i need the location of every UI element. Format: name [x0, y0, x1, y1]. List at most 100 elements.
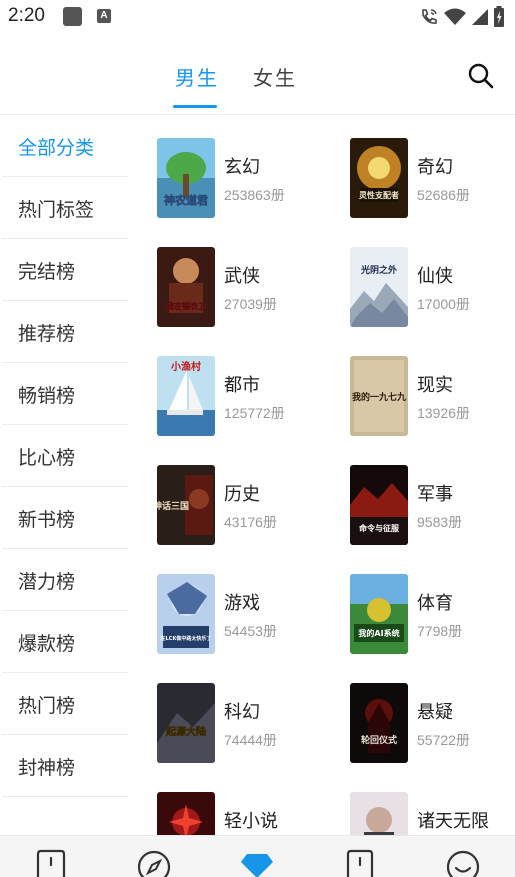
category-name: 现实: [417, 375, 453, 396]
book-cover: 轮回仪式: [350, 683, 408, 763]
category-card-qingxiaoshuo[interactable]: 轻小说: [157, 792, 337, 835]
category-name: 武侠: [224, 266, 260, 287]
cover-title: 我在锦衣卫: [166, 301, 206, 311]
sidebar-item-recommended[interactable]: 推荐榜: [2, 301, 128, 363]
book-cover: 神话三国: [157, 465, 215, 545]
cover-title: 起源大陆: [165, 725, 206, 738]
book-cover: 起源大陆: [157, 683, 215, 763]
square-icon: [63, 7, 82, 26]
category-card-tiyu[interactable]: 我的AI系统 体育 7798册: [350, 574, 515, 664]
a-badge-icon: A: [97, 9, 111, 23]
cover-title: 命令与征服: [358, 523, 400, 533]
status-icons: [419, 6, 505, 28]
sidebar-item-all[interactable]: 全部分类: [2, 115, 128, 177]
category-name: 悬疑: [417, 702, 453, 723]
category-count: 27039册: [224, 296, 277, 312]
sidebar-item-potential[interactable]: 潜力榜: [2, 549, 128, 611]
category-card-xuanyi[interactable]: 轮回仪式 悬疑 55722册: [350, 683, 515, 773]
wifi-call-icon: [422, 9, 437, 24]
cover-title: 神话三国: [157, 500, 189, 512]
book-cover: 小渔村: [157, 356, 215, 436]
cover-title: 灵性支配者: [358, 190, 399, 200]
category-name: 轻小说: [224, 811, 278, 832]
category-count: 253863册: [224, 187, 285, 203]
cover-title: 我的AI系统: [358, 628, 399, 638]
sidebar-item-label: 封神榜: [18, 757, 76, 779]
sidebar-item-hot-tags[interactable]: 热门标签: [2, 177, 128, 239]
sidebar-item-label: 畅销榜: [18, 385, 76, 407]
category-count: 9583册: [417, 514, 463, 530]
cover-title: 我的一九七九: [352, 391, 406, 403]
sidebar-item-new-books[interactable]: 新书榜: [2, 487, 128, 549]
sidebar-item-viral[interactable]: 爆款榜: [2, 611, 128, 673]
tab-female[interactable]: 女生: [253, 62, 297, 91]
bookshelf-icon[interactable]: [34, 848, 68, 877]
book-cover: 命令与征服: [350, 465, 408, 545]
cover-title: 小渔村: [170, 360, 201, 373]
sidebar-item-label: 比心榜: [18, 447, 76, 469]
active-tab-indicator: [173, 105, 217, 108]
sidebar-item-bestselling[interactable]: 畅销榜: [2, 363, 128, 425]
cover-title: 在LCK做中路太快乐了: [161, 635, 212, 642]
category-card-xianxia[interactable]: 光阴之外 仙侠 17000册: [350, 247, 515, 337]
category-card-wuxia[interactable]: 我在锦衣卫 武侠 27039册: [157, 247, 337, 337]
status-bar: 2:20 A: [0, 0, 515, 34]
discover-compass-icon[interactable]: [137, 848, 171, 877]
cover-title: 光阴之外: [360, 264, 397, 276]
category-sidebar: 全部分类 热门标签 完结榜 推荐榜 畅销榜 比心榜 新书榜 潜力榜 爆款榜 热门…: [2, 115, 128, 835]
sidebar-item-bixin[interactable]: 比心榜: [2, 425, 128, 487]
sidebar-item-label: 全部分类: [18, 137, 95, 159]
sidebar-item-label: 热门榜: [18, 695, 76, 717]
category-card-xuanhuan[interactable]: 神农道君 玄幻 253863册: [157, 138, 337, 228]
category-name: 科幻: [224, 702, 260, 723]
category-card-lishi[interactable]: 神话三国 历史 43176册: [157, 465, 337, 555]
wifi-icon: [444, 8, 466, 25]
category-name: 奇幻: [417, 157, 453, 178]
category-name: 体育: [417, 593, 453, 614]
category-count: 74444册: [224, 732, 277, 748]
sidebar-item-label: 推荐榜: [18, 323, 76, 345]
category-count: 55722册: [417, 732, 470, 748]
category-name: 都市: [224, 375, 260, 396]
category-grid: 神农道君 玄幻 253863册 灵性支配者 奇幻 52686册 我在锦衣卫 武侠…: [128, 115, 515, 835]
sidebar-item-legend[interactable]: 封神榜: [2, 735, 128, 797]
app-root: 2:20 A 男生 女生 全部分类 热门标签 完结榜 推荐榜 畅销榜 比心榜 新…: [0, 0, 515, 877]
category-count: 17000册: [417, 296, 470, 312]
category-name: 游戏: [224, 593, 260, 614]
book-cover: 我的AI系统: [350, 574, 408, 654]
notice-card-icon[interactable]: [343, 848, 377, 877]
tab-male[interactable]: 男生: [175, 62, 219, 91]
category-name: 军事: [417, 484, 453, 505]
cover-title: 神农道君: [164, 193, 208, 207]
category-card-youxi[interactable]: 在LCK做中路太快乐了 游戏 54453册: [157, 574, 337, 664]
category-name: 仙侠: [417, 266, 453, 287]
bookstore-diamond-icon[interactable]: [240, 848, 274, 877]
category-count: 13926册: [417, 405, 470, 421]
sidebar-item-label: 潜力榜: [18, 571, 76, 593]
category-card-xianshi[interactable]: 我的一九七九 现实 13926册: [350, 356, 515, 446]
category-card-junshi[interactable]: 命令与征服 军事 9583册: [350, 465, 515, 555]
book-cover: [350, 792, 408, 835]
header: 男生 女生: [0, 34, 515, 115]
category-name: 玄幻: [224, 157, 260, 178]
sidebar-item-label: 新书榜: [18, 509, 76, 531]
cover-title: 轮回仪式: [361, 734, 397, 746]
search-icon[interactable]: [467, 62, 495, 90]
profile-smile-icon[interactable]: [446, 848, 480, 877]
book-cover: 我的一九七九: [350, 356, 408, 436]
book-cover: 神农道君: [157, 138, 215, 218]
category-card-kehuan[interactable]: 起源大陆 科幻 74444册: [157, 683, 337, 773]
category-card-qihuan[interactable]: 灵性支配者 奇幻 52686册: [350, 138, 515, 228]
category-card-zhutian[interactable]: 诸天无限: [350, 792, 515, 835]
category-count: 125772册: [224, 405, 285, 421]
bottom-nav: [0, 835, 515, 877]
sidebar-item-hot[interactable]: 热门榜: [2, 673, 128, 735]
book-cover: [157, 792, 215, 835]
category-count: 54453册: [224, 623, 277, 639]
sidebar-item-completed[interactable]: 完结榜: [2, 239, 128, 301]
category-card-dushi[interactable]: 小渔村 都市 125772册: [157, 356, 337, 446]
category-count: 7798册: [417, 623, 463, 639]
category-name: 历史: [224, 484, 260, 505]
category-name: 诸天无限: [417, 811, 489, 832]
sidebar-item-label: 完结榜: [18, 261, 76, 283]
